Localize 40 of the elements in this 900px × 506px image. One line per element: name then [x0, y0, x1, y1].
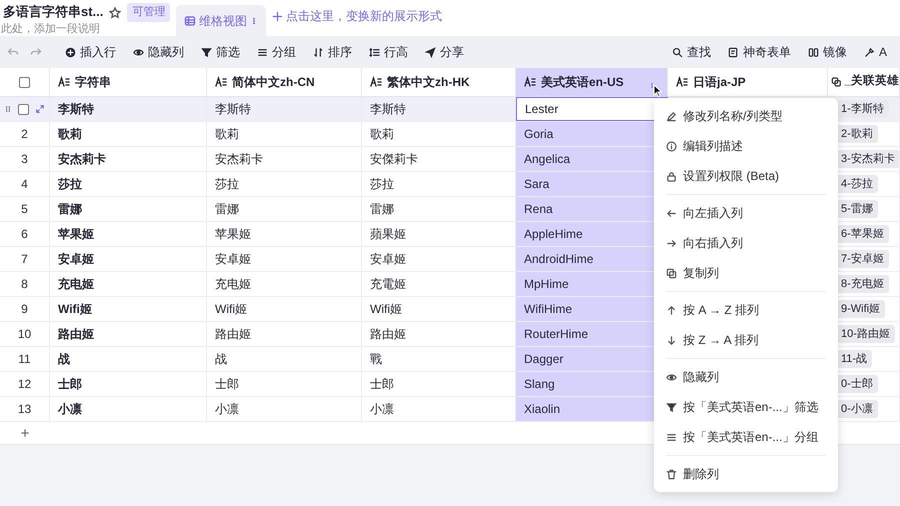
sheet-title: 多语言字符串st...: [3, 4, 104, 20]
table-cell: 安杰莉卡: [50, 147, 207, 171]
table-cell: 苹果姬: [207, 222, 362, 246]
table-cell: 莎拉: [207, 172, 362, 196]
table-cell: 雷娜: [207, 197, 362, 221]
table-cell: 安卓姬: [50, 247, 207, 271]
permission-tag: 可管理: [127, 3, 170, 22]
row-number: 6: [21, 226, 28, 243]
table-cell: Wifi姬: [207, 297, 362, 321]
row-number: 3: [21, 151, 28, 168]
row-number: 5: [21, 201, 28, 218]
table-cell: 小凛: [207, 397, 362, 421]
row-number: 2: [21, 126, 28, 143]
row-number: 10: [18, 326, 32, 343]
row-number: 9: [21, 301, 28, 318]
table-cell: 安杰莉卡: [207, 147, 362, 171]
table-cell: 战: [50, 347, 207, 371]
row-number: 4: [21, 176, 28, 193]
table-cell: 充电姬: [50, 272, 207, 296]
table-cell: 莎拉: [50, 172, 207, 196]
table-cell: 路由姬: [207, 322, 362, 346]
table-cell: 雷娜: [50, 197, 207, 221]
table-cell: 士郎: [50, 372, 207, 396]
table-cell: 路由姬: [50, 322, 207, 346]
table-cell: Wifi姬: [50, 297, 207, 321]
table-cell: 安卓姬: [207, 247, 362, 271]
row-number: 13: [18, 401, 32, 418]
row-number: 12: [18, 376, 32, 393]
table-cell: 士郎: [207, 372, 362, 396]
table-cell: 李斯特: [207, 97, 362, 121]
row-number: 8: [21, 276, 28, 293]
row-number: 11: [18, 351, 31, 368]
table-cell: 歌莉: [50, 122, 207, 146]
table-cell: 战: [207, 347, 362, 371]
table-cell: 李斯特: [50, 97, 207, 121]
row-number: 7: [21, 251, 28, 268]
table-cell: 苹果姬: [50, 222, 207, 246]
table-cell: 歌莉: [207, 122, 362, 146]
table-cell: 小凛: [50, 397, 207, 421]
table-cell: 充电姬: [207, 272, 362, 296]
